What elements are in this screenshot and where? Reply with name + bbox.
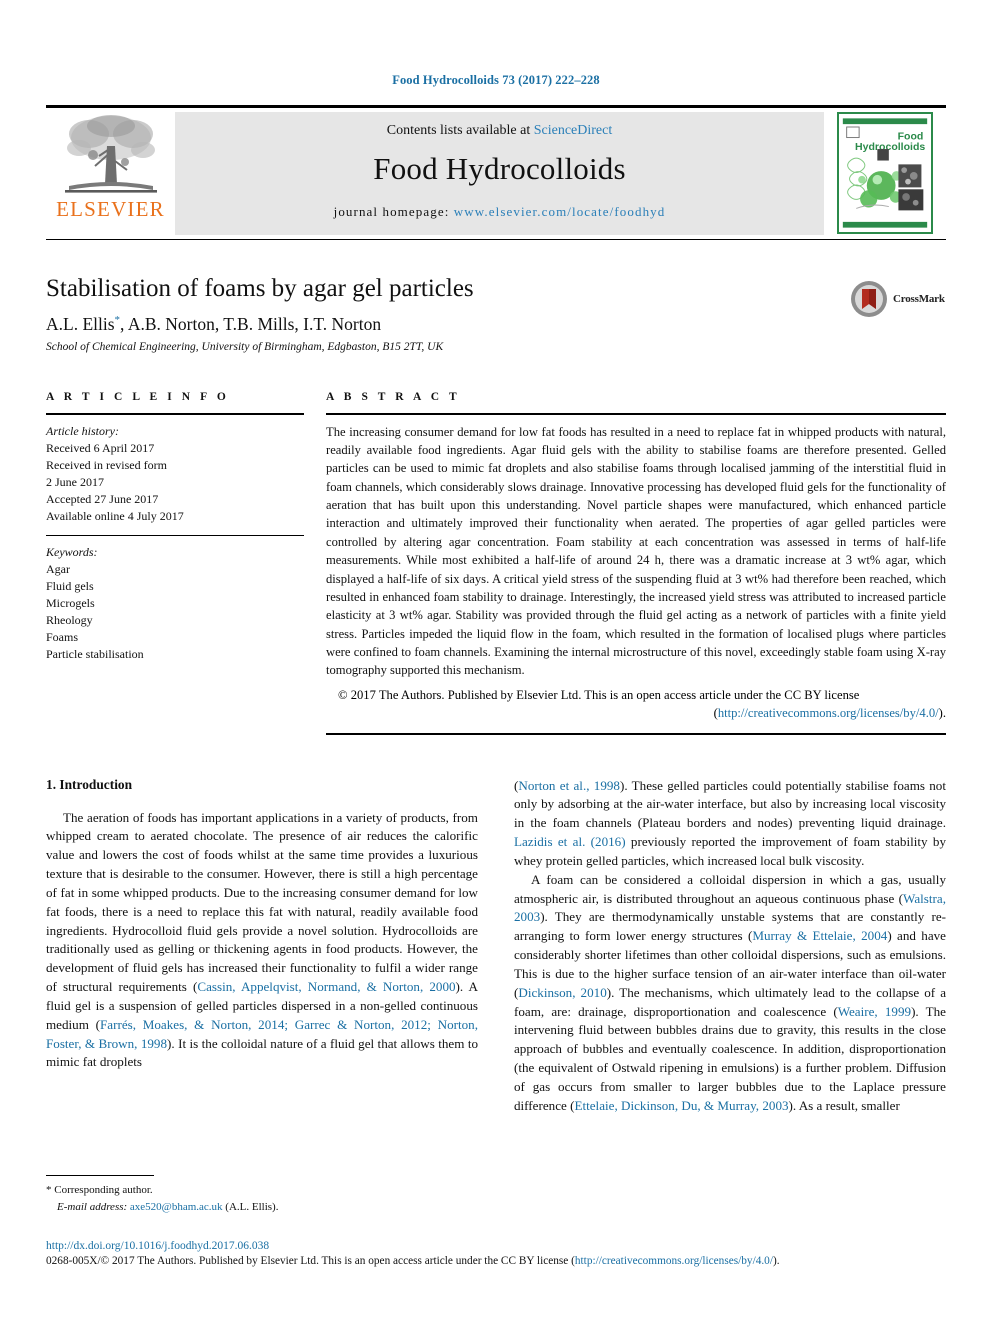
doi-link[interactable]: http://dx.doi.org/10.1016/j.foodhyd.2017…: [46, 1240, 946, 1252]
contents-prefix: Contents lists available at: [386, 122, 531, 138]
masthead-bottom-rule: [46, 238, 946, 240]
keywords-rule: [46, 534, 304, 536]
keyword-item: Agar: [46, 561, 70, 576]
abstract-column: A B S T R A C T The increasing consumer …: [326, 391, 946, 735]
affiliation: School of Chemical Engineering, Universi…: [46, 340, 444, 353]
abstract-bottom-rule: [326, 732, 946, 735]
keywords-block: Keywords: Agar Fluid gels Microgels Rheo…: [46, 544, 304, 663]
intro-p1-part1: The aeration of foods has important appl…: [46, 809, 478, 995]
body-column-right: (Norton et al., 1998). These gelled part…: [514, 777, 946, 1116]
citation-weaire-1999[interactable]: Weaire, 1999: [838, 1004, 911, 1019]
footnote-body: * Corresponding author. E-mail address: …: [46, 1182, 478, 1215]
elsevier-tree-icon: [64, 114, 157, 193]
citation-norton-1998[interactable]: Norton et al., 1998: [518, 778, 620, 793]
body-columns: 1. Introduction The aeration of foods ha…: [46, 777, 946, 1116]
running-head: Food Hydrocolloids 73 (2017) 222–228: [392, 73, 600, 87]
intro-p3-t6: ). As a result, smaller: [788, 1097, 900, 1113]
elsevier-wordmark: ELSEVIER: [56, 196, 165, 221]
issn-prefix: 0268-005X/© 2017 The Authors. Published …: [46, 1255, 575, 1267]
page-title: Stabilisation of foams by agar gel parti…: [46, 274, 474, 302]
contents-available-line: Contents lists available at ScienceDirec…: [387, 123, 613, 139]
issn-suffix: ).: [772, 1255, 780, 1267]
history-item: Received in revised form: [46, 457, 167, 472]
article-history-block: Article history: Received 6 April 2017 R…: [46, 423, 304, 525]
article-info-column: A R T I C L E I N F O Article history: R…: [46, 391, 304, 735]
corresponding-author-marker[interactable]: *: [115, 314, 121, 326]
keyword-item: Particle stabilisation: [46, 646, 144, 661]
page-footer: http://dx.doi.org/10.1016/j.foodhyd.2017…: [46, 1240, 946, 1267]
article-info-heading: A R T I C L E I N F O: [46, 390, 230, 403]
abstract-rule: [326, 412, 946, 415]
history-item: Received 6 April 2017: [46, 440, 155, 455]
intro-paragraph-3: A foam can be considered a colloidal dis…: [514, 871, 946, 1116]
paper-page: Food Hydrocolloids 73 (2017) 222–228 ELS…: [0, 0, 992, 1323]
journal-title: Food Hydrocolloids: [373, 150, 626, 186]
corresponding-author-footnote: * Corresponding author. E-mail address: …: [46, 1175, 478, 1215]
footnote-corresponding-label: Corresponding author.: [54, 1184, 153, 1196]
issn-license-line: 0268-005X/© 2017 The Authors. Published …: [46, 1255, 946, 1267]
footnote-marker: *: [46, 1184, 52, 1196]
license-link[interactable]: http://creativecommons.org/licenses/by/4…: [718, 706, 939, 720]
keyword-item: Foams: [46, 629, 79, 644]
intro-paragraph-1: The aeration of foods has important appl…: [46, 809, 478, 1073]
footer-license-link[interactable]: http://creativecommons.org/licenses/by/4…: [575, 1255, 773, 1267]
info-abstract-row: A R T I C L E I N F O Article history: R…: [46, 391, 946, 735]
article-info-rule: [46, 412, 304, 415]
journal-cover-block: Food Hydrocolloids: [824, 108, 946, 239]
history-item: 2 June 2017: [46, 474, 104, 489]
footnote-email-line: E-mail address: axe520@bham.ac.uk (A.L. …: [46, 1199, 478, 1216]
publisher-logo-block: ELSEVIER: [46, 108, 175, 239]
history-item: Available online 4 July 2017: [46, 508, 184, 523]
masthead-center: Contents lists available at ScienceDirec…: [175, 111, 824, 235]
email-owner: (A.L. Ellis).: [225, 1200, 279, 1213]
author-list: A.L. Ellis*, A.B. Norton, T.B. Mills, I.…: [46, 314, 946, 335]
journal-cover-thumbnail: Food Hydrocolloids: [837, 112, 933, 234]
author-names: A.L. Ellis*, A.B. Norton, T.B. Mills, I.…: [46, 313, 382, 334]
license-paren-close: ).: [938, 706, 946, 721]
abstract-copyright: © 2017 The Authors. Published by Elsevie…: [326, 686, 946, 723]
history-item: Accepted 27 June 2017: [46, 491, 159, 506]
footnote-rule: [46, 1175, 154, 1176]
citation-cassin-2000[interactable]: Cassin, Appelqvist, Normand, & Norton, 2…: [197, 979, 455, 994]
body-column-left: 1. Introduction The aeration of foods ha…: [46, 777, 478, 1116]
email-link[interactable]: axe520@bham.ac.uk: [130, 1201, 223, 1213]
homepage-url-link[interactable]: www.elsevier.com/locate/foodhyd: [454, 204, 666, 219]
sciencedirect-link[interactable]: ScienceDirect: [534, 123, 613, 138]
intro-paragraph-2: (Norton et al., 1998). These gelled part…: [514, 777, 946, 871]
abstract-heading: A B S T R A C T: [326, 390, 461, 403]
article-history-label: Article history:: [46, 423, 119, 438]
homepage-prefix: journal homepage:: [333, 203, 450, 219]
crossmark-badge[interactable]: CrossMark: [850, 276, 946, 322]
copyright-text: © 2017 The Authors. Published by Elsevie…: [338, 687, 860, 702]
journal-homepage-line: journal homepage: www.elsevier.com/locat…: [334, 204, 666, 220]
keyword-item: Fluid gels: [46, 578, 94, 593]
citation-lazidis-2016[interactable]: Lazidis et al. (2016): [514, 834, 626, 849]
intro-p3-t1: A foam can be considered a colloidal dis…: [514, 871, 946, 906]
crossmark-icon: [851, 280, 887, 317]
keywords-label: Keywords:: [46, 544, 98, 559]
article-title-block: Stabilisation of foams by agar gel parti…: [46, 274, 946, 353]
crossmark-label: CrossMark: [893, 292, 945, 305]
cover-artwork-icon: Food Hydrocolloids: [839, 114, 931, 232]
email-address-label: E-mail address:: [57, 1200, 128, 1213]
citation-murray-ettelaie-2004[interactable]: Murray & Ettelaie, 2004: [752, 928, 887, 943]
svg-text:Hydrocolloids: Hydrocolloids: [855, 141, 925, 153]
section-heading-introduction: 1. Introduction: [46, 776, 133, 792]
footnote-corresponding-line: * Corresponding author.: [46, 1182, 478, 1199]
journal-masthead: ELSEVIER Contents lists available at Sci…: [46, 104, 946, 239]
keyword-item: Rheology: [46, 612, 93, 627]
intro-p3-t5: ). The intervening fluid between bubbles…: [514, 1003, 946, 1113]
citation-ettelaie-2003[interactable]: Ettelaie, Dickinson, Du, & Murray, 2003: [574, 1098, 788, 1113]
citation-dickinson-2010[interactable]: Dickinson, 2010: [518, 985, 606, 1000]
abstract-body: The increasing consumer demand for low f…: [326, 424, 946, 678]
keyword-item: Microgels: [46, 595, 95, 610]
